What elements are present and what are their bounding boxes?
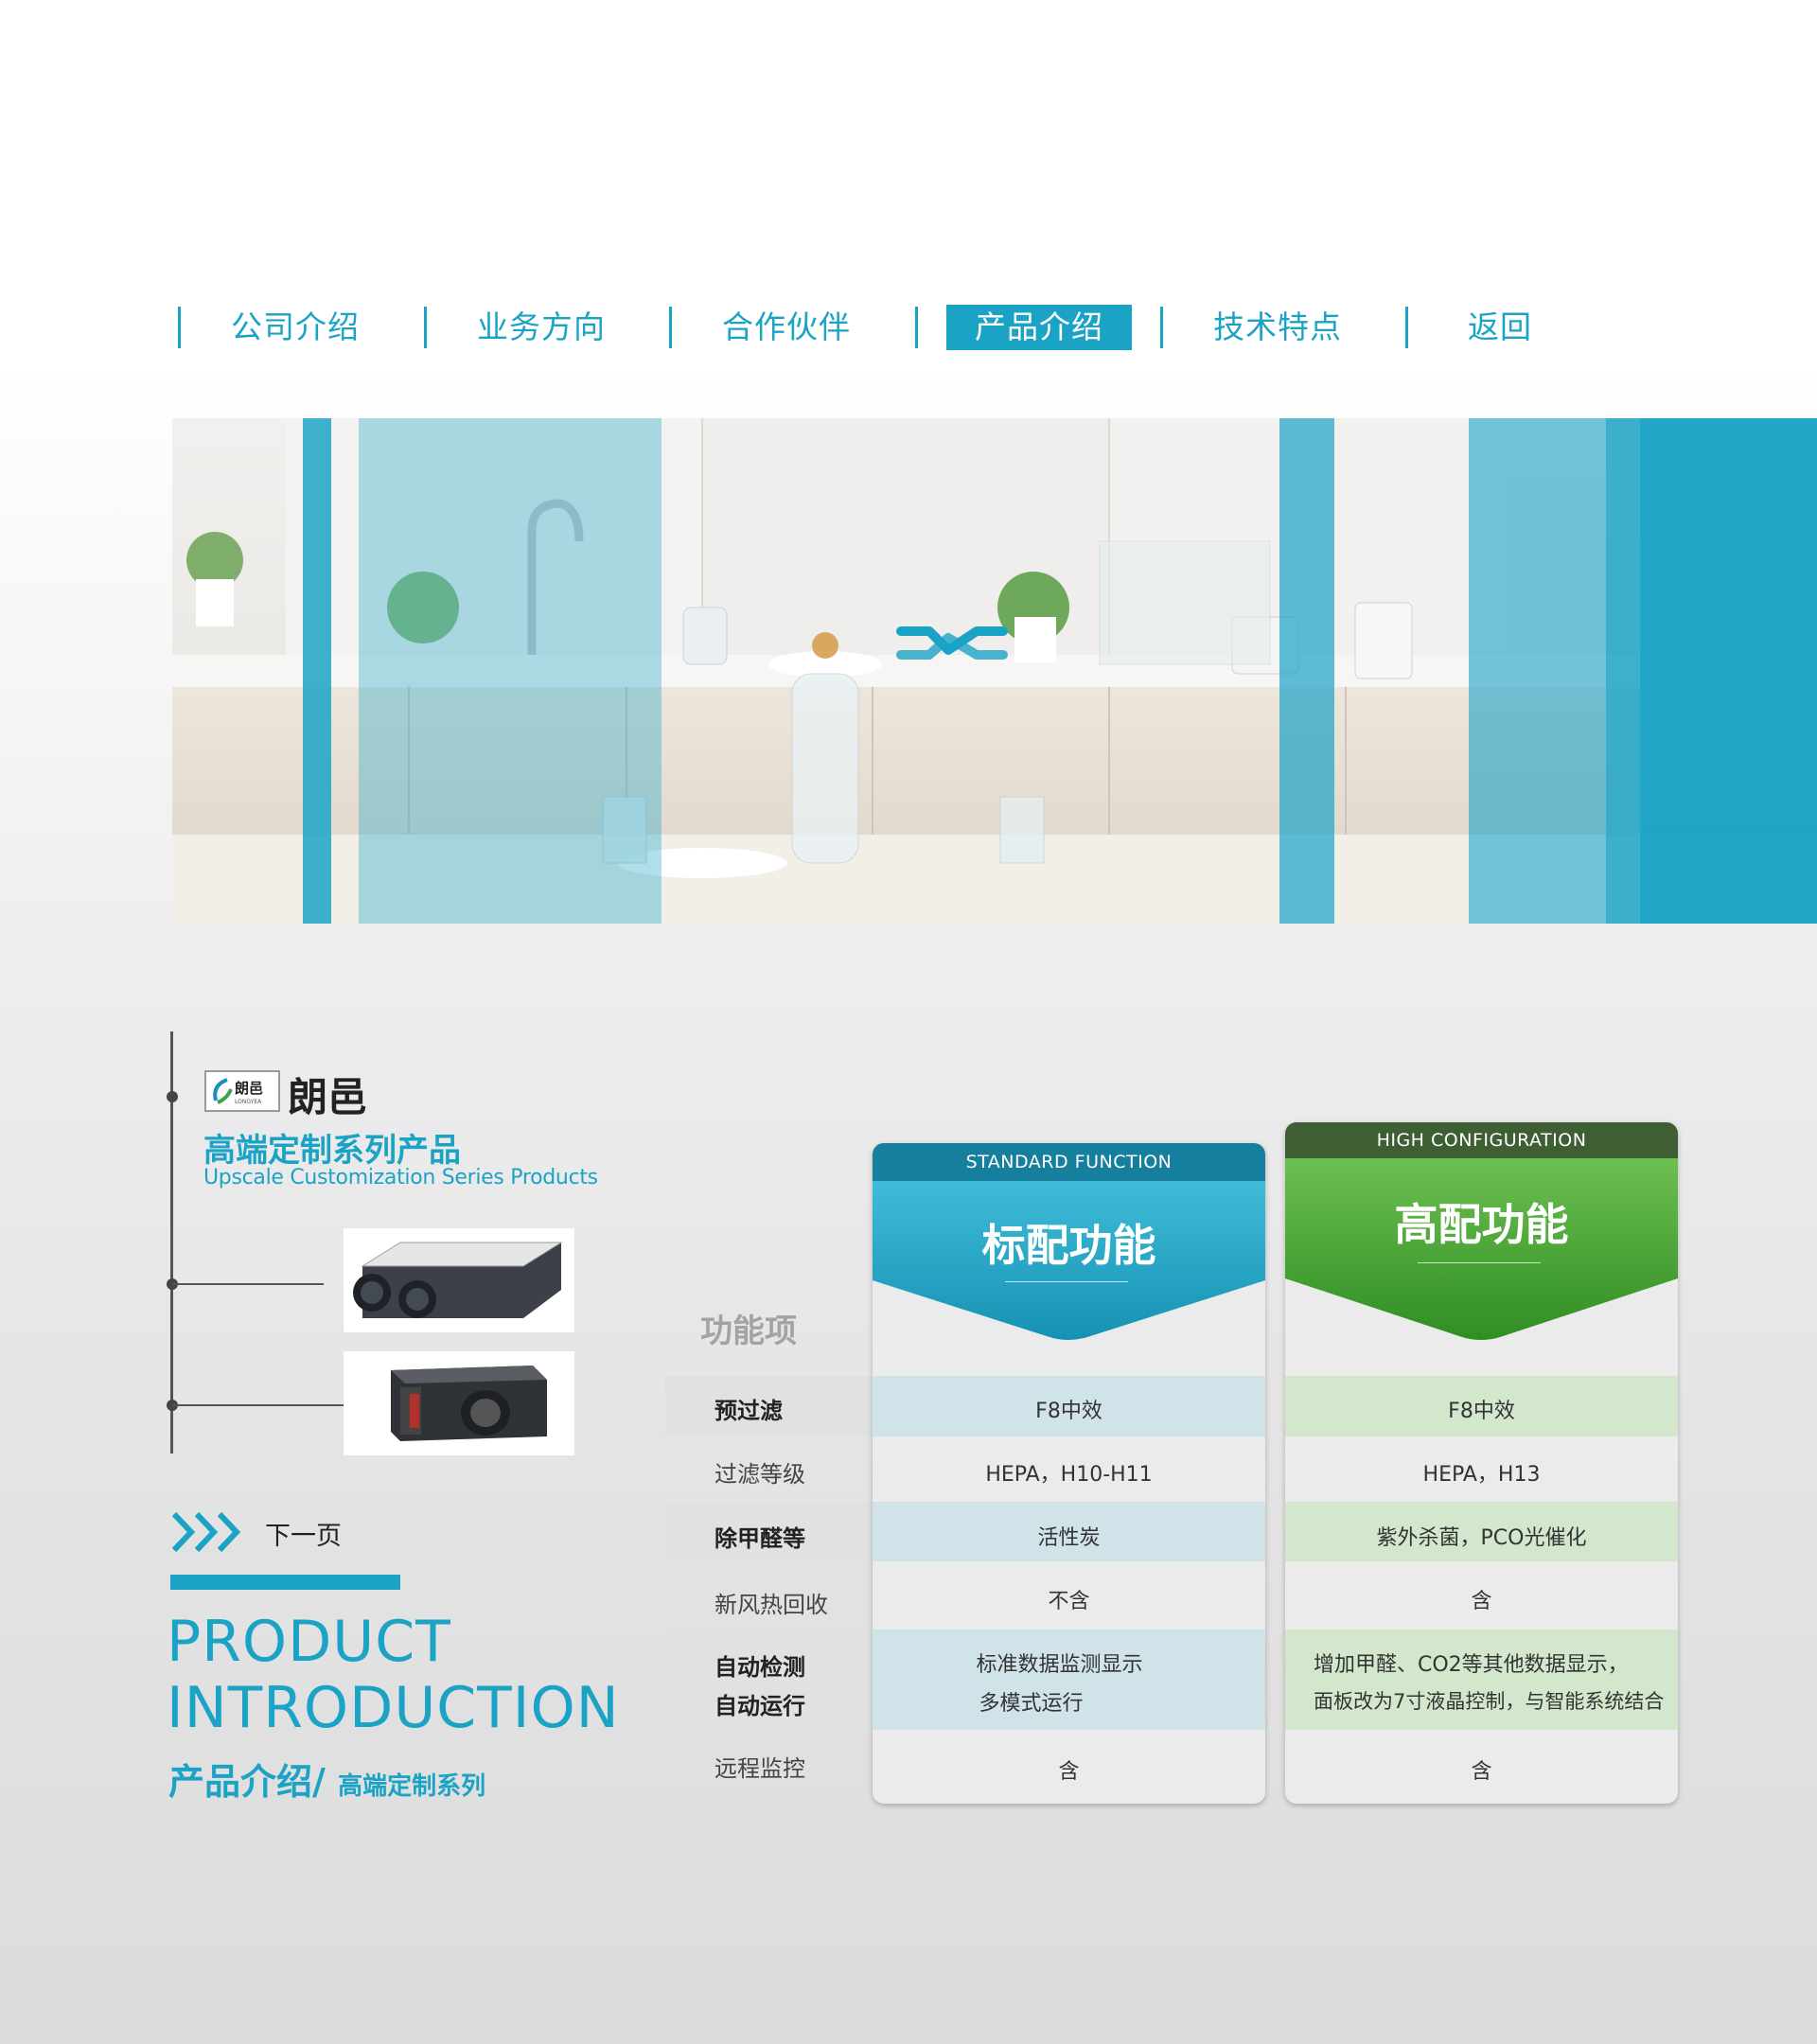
standard-cell-prefilter: F8中效 (1035, 1400, 1103, 1423)
logo-text: 朗邑 (235, 1080, 263, 1097)
feature-column-header: 功能项 (700, 1313, 797, 1350)
nav-item-products[interactable]: 产品介绍 (946, 305, 1132, 350)
high-cell-remote-monitor: 含 (1471, 1760, 1492, 1784)
standard-card-divider (1005, 1281, 1128, 1282)
standard-cell-heat-recovery: 不含 (1048, 1590, 1090, 1613)
next-page-link[interactable]: 下一页 (265, 1515, 342, 1552)
timeline-dot (167, 1091, 178, 1102)
standard-cell-auto-detect: 标准数据监测显示 (976, 1653, 1143, 1677)
high-cell-auto-detect: 增加甲醛、CO2等其他数据显示， (1314, 1653, 1629, 1677)
row-label-remote-monitor: 远程监控 (714, 1755, 805, 1782)
product-intro-cn-main: 产品介绍/ (168, 1761, 326, 1803)
brand-logo: 朗邑 LONGYEA (204, 1070, 280, 1112)
standard-cell-formaldehyde: 活性炭 (1037, 1526, 1101, 1550)
row-label-formaldehyde: 除甲醛等 (714, 1525, 805, 1552)
high-cell-formaldehyde: 紫外杀菌，PCO光催化 (1376, 1526, 1587, 1550)
row-label-filter-grade: 过滤等级 (714, 1461, 805, 1488)
product-thumbnail[interactable] (344, 1228, 574, 1332)
high-row-band (1285, 1630, 1678, 1730)
series-title-cn: 高端定制系列产品 (203, 1132, 461, 1170)
standard-cell-filter-grade: HEPA，H10-H11 (985, 1463, 1153, 1487)
top-nav: 公司介绍 业务方向 合作伙伴 产品介绍 技术特点 返回 (176, 305, 1558, 350)
nav-divider (915, 307, 918, 348)
high-cell-auto-run: 面板改为7寸液晶控制，与智能系统结合 (1314, 1690, 1665, 1713)
product-intro-cn: 产品介绍/ 高端定制系列 (168, 1753, 485, 1805)
kitchen-banner-image (172, 418, 1817, 924)
nav-divider (178, 307, 181, 348)
brand-name: 朗邑 (288, 1074, 368, 1120)
row-label-auto-run: 自动运行 (714, 1693, 805, 1719)
high-card-title: 高配功能 (1394, 1199, 1569, 1250)
accent-bar (170, 1575, 400, 1590)
product-intro-en-line1: PRODUCT (167, 1609, 451, 1675)
nav-divider (1160, 307, 1163, 348)
product-intro-en-line2: INTRODUCTION (167, 1675, 620, 1741)
high-card-strip: HIGH CONFIGURATION (1376, 1130, 1587, 1151)
nav-item-back[interactable]: 返回 (1440, 305, 1560, 350)
chevron-right-icon[interactable] (170, 1510, 246, 1554)
standard-cell-auto-run: 多模式运行 (979, 1692, 1084, 1716)
product-thumbnail[interactable] (344, 1351, 574, 1455)
high-configuration-card: HIGH CONFIGURATION 高配功能 F8中效 HEPA，H13 紫外… (1285, 1122, 1678, 1804)
standard-card-title: 标配功能 (981, 1220, 1156, 1271)
nav-item-technology[interactable]: 技术特点 (1194, 305, 1361, 350)
row-label-heat-recovery: 新风热回收 (714, 1592, 828, 1618)
logo-subtext: LONGYEA (235, 1099, 262, 1105)
high-cell-filter-grade: HEPA，H13 (1422, 1463, 1541, 1487)
standard-function-card: STANDARD FUNCTION 标配功能 F8中效 HEPA，H10-H11… (873, 1143, 1265, 1804)
standard-card-strip: STANDARD FUNCTION (965, 1152, 1173, 1172)
high-card-divider (1418, 1262, 1541, 1263)
nav-divider (1405, 307, 1408, 348)
product-intro-cn-sub: 高端定制系列 (338, 1772, 486, 1801)
nav-item-company[interactable]: 公司介绍 (212, 305, 379, 350)
timeline-branch (172, 1283, 324, 1285)
nav-item-business[interactable]: 业务方向 (458, 305, 625, 350)
row-label-auto-detect: 自动检测 (714, 1654, 805, 1681)
high-cell-heat-recovery: 含 (1471, 1590, 1492, 1613)
series-title-en: Upscale Customization Series Products (203, 1166, 598, 1189)
hero-banner (172, 418, 1817, 924)
high-cell-prefilter: F8中效 (1448, 1400, 1515, 1423)
row-label-prefilter: 预过滤 (714, 1398, 783, 1424)
timeline-branch (172, 1404, 344, 1406)
standard-cell-remote-monitor: 含 (1058, 1760, 1080, 1784)
nav-divider (669, 307, 672, 348)
nav-item-partners[interactable]: 合作伙伴 (703, 305, 870, 350)
nav-divider (424, 307, 427, 348)
